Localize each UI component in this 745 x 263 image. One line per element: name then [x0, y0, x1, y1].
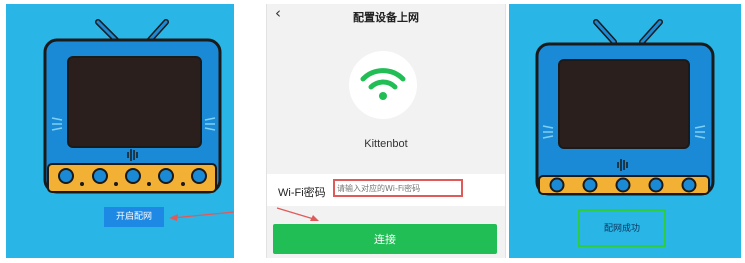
- screenshot-root: 开启配网 ‹ 配置设备上网 Kittenbot Wi-Fi密码 连接: [0, 0, 745, 263]
- pairing-success-label: 配网成功: [603, 224, 640, 234]
- pairing-success-highlight: 配网成功: [578, 209, 666, 247]
